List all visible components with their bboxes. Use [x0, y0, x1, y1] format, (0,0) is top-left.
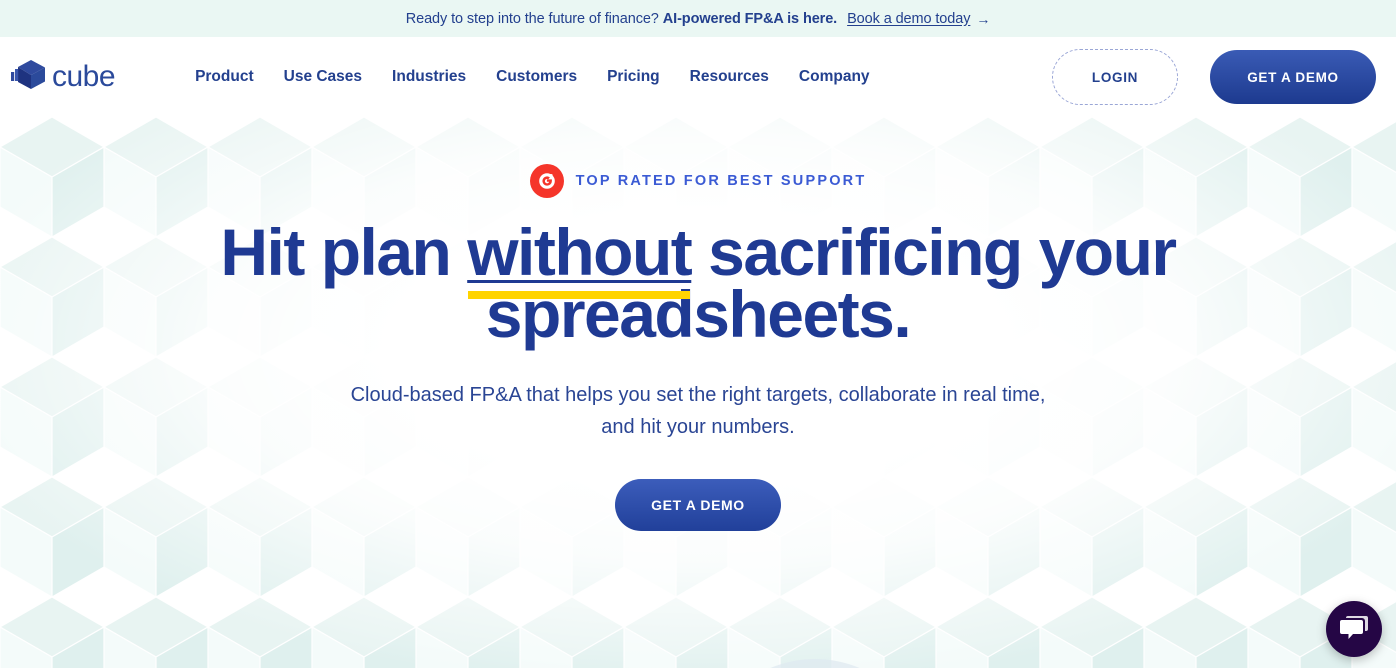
g2-rating-badge-row: 2 TOP RATED FOR BEST SUPPORT: [0, 163, 1396, 199]
nav-item-resources[interactable]: Resources: [690, 68, 769, 86]
chat-bubble-icon: [1339, 613, 1369, 646]
nav-item-customers[interactable]: Customers: [496, 68, 577, 86]
headline-highlight-word: without: [467, 215, 693, 289]
announcement-bold-text: AI-powered FP&A is here.: [662, 10, 838, 27]
nav-item-use-cases[interactable]: Use Cases: [284, 68, 362, 86]
cube-logo-icon: [8, 58, 48, 97]
header-actions: LOGIN GET A DEMO: [1052, 49, 1376, 105]
decorative-blob-left: [700, 659, 930, 668]
announcement-cta-link[interactable]: Book a demo today: [847, 11, 970, 27]
g2-logo-icon: 2: [529, 164, 564, 198]
g2-badge-text: TOP RATED FOR BEST SUPPORT: [575, 173, 867, 189]
announcement-bar: Ready to step into the future of finance…: [0, 0, 1396, 37]
chat-widget-button[interactable]: [1326, 601, 1382, 657]
hero-content: 2 TOP RATED FOR BEST SUPPORT Hit plan wi…: [0, 117, 1396, 531]
cube-logo[interactable]: cube: [8, 58, 116, 97]
login-button[interactable]: LOGIN: [1052, 49, 1178, 105]
announcement-plain-text: Ready to step into the future of finance…: [405, 10, 659, 27]
nav-item-pricing[interactable]: Pricing: [607, 68, 660, 86]
cube-logo-text: cube: [52, 60, 116, 93]
nav-item-industries[interactable]: Industries: [392, 68, 466, 86]
svg-text:2: 2: [549, 173, 553, 180]
arrow-right-icon: →: [976, 10, 991, 27]
hero-subheading: Cloud-based FP&A that helps you set the …: [350, 384, 1046, 438]
page-title: Hit plan without sacrificing your spread…: [0, 219, 1396, 347]
nav-item-company[interactable]: Company: [799, 68, 870, 86]
headline-part-1: Hit plan: [220, 215, 468, 289]
get-a-demo-header-button[interactable]: GET A DEMO: [1210, 50, 1376, 104]
site-header: cube Product Use Cases Industries Custom…: [0, 37, 1396, 117]
main-nav: Product Use Cases Industries Customers P…: [195, 68, 869, 86]
hero-section: 2 TOP RATED FOR BEST SUPPORT Hit plan wi…: [0, 117, 1396, 668]
get-a-demo-hero-button[interactable]: GET A DEMO: [615, 479, 781, 531]
product-screenshot-collage: Revenue $1.5M $1.0M $.5M 0: [0, 549, 1396, 668]
nav-item-product[interactable]: Product: [195, 68, 254, 86]
